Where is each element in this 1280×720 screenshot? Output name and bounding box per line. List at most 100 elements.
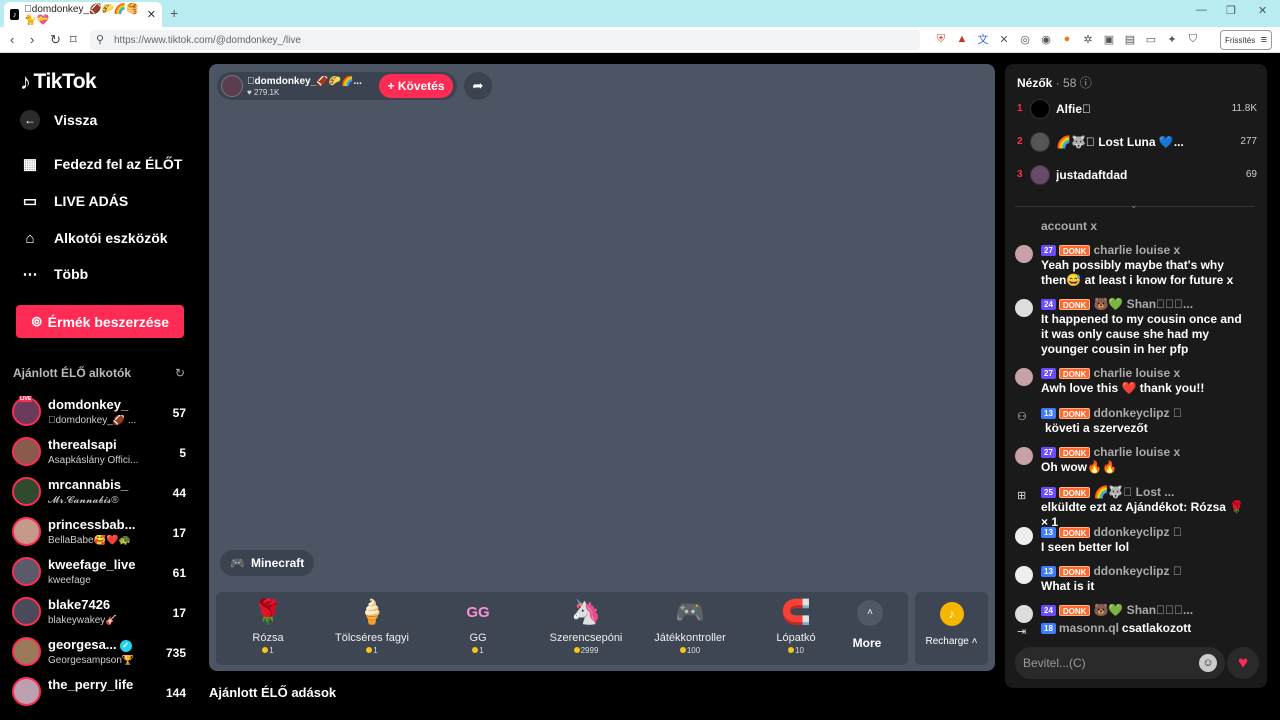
recharge-button[interactable]: ♪ Recharge ˄ xyxy=(915,592,988,665)
game-tag[interactable]: 🎮 Minecraft xyxy=(220,550,315,576)
avatar[interactable] xyxy=(1015,566,1033,584)
avatar[interactable] xyxy=(1015,447,1033,465)
url-field[interactable]: ⚲ https://www.tiktok.com/@domdonkey_/liv… xyxy=(90,30,920,50)
tiktok-logo[interactable]: ♪ TikTok xyxy=(20,69,97,95)
username[interactable]: 🐻💚 Shan   ... xyxy=(1093,603,1193,617)
username[interactable]: ddonkeyclipz   xyxy=(1093,564,1181,578)
restore-icon[interactable]: ❐ xyxy=(1226,4,1236,17)
nav-creator-tools[interactable]: ⌂ Alkotói eszközök xyxy=(20,228,167,248)
browser-tab[interactable]: ♪  domdonkey_🏈🌮🌈🥞🐈💝 ✕ xyxy=(4,2,162,27)
eye-icon[interactable]: ◉ xyxy=(1040,33,1052,46)
creator-item[interactable]: LIVE domdonkey_  domdonkey_🏈 ... 57 xyxy=(12,395,190,431)
creator-item[interactable]: the_perry_life 144 xyxy=(12,675,190,711)
extension-icon[interactable]: ◎ xyxy=(1019,33,1031,46)
emoji-icon[interactable]: ☺ xyxy=(1199,654,1217,672)
ai-icon[interactable]: ✦ xyxy=(1166,33,1178,46)
info-icon[interactable]: ⓘ xyxy=(1080,76,1092,90)
gift-gg-icon: GG xyxy=(466,604,490,621)
creator-item[interactable]: princessbab... BellaBabe🥰❤️🐢 17 xyxy=(12,515,190,551)
minimize-icon[interactable]: — xyxy=(1196,4,1207,16)
tools-icon[interactable]: ✕ xyxy=(998,33,1010,46)
color-extension-icon[interactable]: ● xyxy=(1061,33,1073,45)
gift-price-value: 10 xyxy=(795,646,804,655)
creator-name-row: georgesa... ✓ xyxy=(48,637,132,652)
live-video-player[interactable]:  domdonkey_🏈🌮🌈... ♥ 279.1K + Követés ➦ 🎮… xyxy=(209,64,995,671)
gift-item[interactable]: 🧲 Lópatkó 10 xyxy=(746,598,846,655)
get-coins-button[interactable]: ⊚ Érmék beszerzése xyxy=(16,305,184,338)
top-viewer-row[interactable]: 1 Alfie  11.8K xyxy=(1017,97,1257,121)
share-icon[interactable]: ➦ xyxy=(464,72,492,100)
menu-icon[interactable]: ≡ xyxy=(1261,34,1267,46)
creator-item[interactable]: kweefage_live kweefage 61 xyxy=(12,555,190,591)
username[interactable]: masonn.ql xyxy=(1059,621,1119,635)
more-gifts-button[interactable]: ˄ More xyxy=(853,600,884,650)
bookmark-icon[interactable]: ⌑ xyxy=(70,32,77,48)
refresh-button[interactable]: Frissítés ≡ xyxy=(1220,30,1272,50)
coin-icon xyxy=(679,647,686,653)
fan-badge: DONK xyxy=(1058,604,1091,616)
viewer-score: 69 xyxy=(1245,169,1257,180)
username[interactable]: 🐻💚 Shan   ... xyxy=(1093,297,1193,311)
avatar[interactable] xyxy=(1015,527,1033,545)
join-icon: ⇥ xyxy=(1017,626,1027,638)
forward-arrow-icon[interactable]: › xyxy=(30,32,34,47)
avatar[interactable] xyxy=(1015,299,1033,317)
new-tab-button[interactable]: + xyxy=(170,5,178,21)
sidebar-icon[interactable]: ▤ xyxy=(1124,33,1136,46)
recommended-live-title: Ajánlott ÉLŐ adások xyxy=(209,685,337,700)
gift-item[interactable]: 🌹 Rózsa 1 xyxy=(218,598,318,655)
close-window-icon[interactable]: ✕ xyxy=(1258,4,1267,17)
shield-icon[interactable]: ⛉ xyxy=(1187,33,1199,45)
chat-input[interactable]: Bevitel...(C) ☺ xyxy=(1015,647,1225,679)
brave-shield-icon[interactable]: ⛨ xyxy=(935,33,947,45)
username[interactable]: charlie louise x xyxy=(1093,445,1180,459)
username[interactable]: 🌈🐺  Lost ... xyxy=(1093,485,1174,499)
back-label: Vissza xyxy=(54,112,98,128)
site-info-icon[interactable]: ⚲ xyxy=(96,33,104,46)
message-text: I seen better lol xyxy=(1041,540,1130,554)
creator-name: princessbab... xyxy=(48,517,136,532)
top-viewer-row[interactable]: 2 🌈🐺  Lost Luna 💙... 277 xyxy=(1017,130,1257,154)
creator-name: domdonkey_ xyxy=(48,397,129,412)
gamepad-icon: 🎮 xyxy=(230,556,245,570)
username[interactable]: ddonkeyclipz   xyxy=(1093,525,1181,539)
nav-go-live[interactable]: ▭ LIVE ADÁS xyxy=(20,191,128,211)
level-badge: 13 xyxy=(1041,565,1056,577)
avatar xyxy=(12,437,41,466)
refresh-icon[interactable]: ↻ xyxy=(175,366,185,380)
translate-icon[interactable]: 文 xyxy=(977,33,989,46)
back-button[interactable]: ← Vissza xyxy=(20,110,97,130)
puzzle-icon[interactable]: ✲ xyxy=(1082,33,1094,46)
reload-icon[interactable]: ↻ xyxy=(50,32,61,48)
creator-item[interactable]: georgesa... ✓ Georgesampson🏆 735 xyxy=(12,635,190,671)
nav-more[interactable]: ⋯ Több xyxy=(20,264,89,284)
host-avatar[interactable] xyxy=(221,75,243,97)
avatar[interactable] xyxy=(1015,368,1033,386)
warning-icon[interactable]: ▲ xyxy=(956,33,968,45)
nav-explore-live[interactable]: ▦ Fedezd fel az ÉLŐT xyxy=(20,154,182,174)
username[interactable]: charlie louise x xyxy=(1093,243,1180,257)
avatar[interactable] xyxy=(1015,245,1033,263)
back-arrow-icon[interactable]: ‹ xyxy=(10,32,14,47)
tab-close-icon[interactable]: ✕ xyxy=(147,8,156,21)
chevron-down-icon[interactable]: ⌄ xyxy=(1130,200,1138,211)
gift-price-value: 1 xyxy=(373,646,378,655)
rank-number: 3 xyxy=(1017,169,1023,180)
gift-item[interactable]: 🎮 Játékkontroller 100 xyxy=(640,598,740,655)
host-name:  domdonkey_🏈🌮🌈... xyxy=(247,76,362,87)
creator-item[interactable]: mrcannabis_ 𝓜𝓻.𝓒𝓪𝓷𝓷𝓪𝓫𝓲𝓼® 44 xyxy=(12,475,190,511)
like-heart-icon[interactable]: ♥ xyxy=(1227,647,1259,679)
username[interactable]: ddonkeyclipz   xyxy=(1093,406,1181,420)
follow-button[interactable]: + Követés xyxy=(379,74,453,98)
wallet-icon[interactable]: ▭ xyxy=(1145,33,1157,46)
creator-item[interactable]: therealsapi Asapkáslány Offici... 5 xyxy=(12,435,190,471)
avatar[interactable] xyxy=(1015,605,1033,623)
creator-item[interactable]: blake7426 blakeywakey🎸 17 xyxy=(12,595,190,631)
gift-item[interactable]: 🦄 Szerencsepóni 2999 xyxy=(536,598,636,655)
gift-item[interactable]: 🍦 Tölcséres fagyi 1 xyxy=(322,598,422,655)
top-viewer-row[interactable]: 3 justadaftdad 69 xyxy=(1017,163,1257,187)
screenshot-icon[interactable]: ▣ xyxy=(1103,33,1115,46)
gift-item[interactable]: GG GG 1 xyxy=(428,598,528,655)
username[interactable]: charlie louise x xyxy=(1093,366,1180,380)
coin-icon: ⊚ xyxy=(30,313,43,329)
